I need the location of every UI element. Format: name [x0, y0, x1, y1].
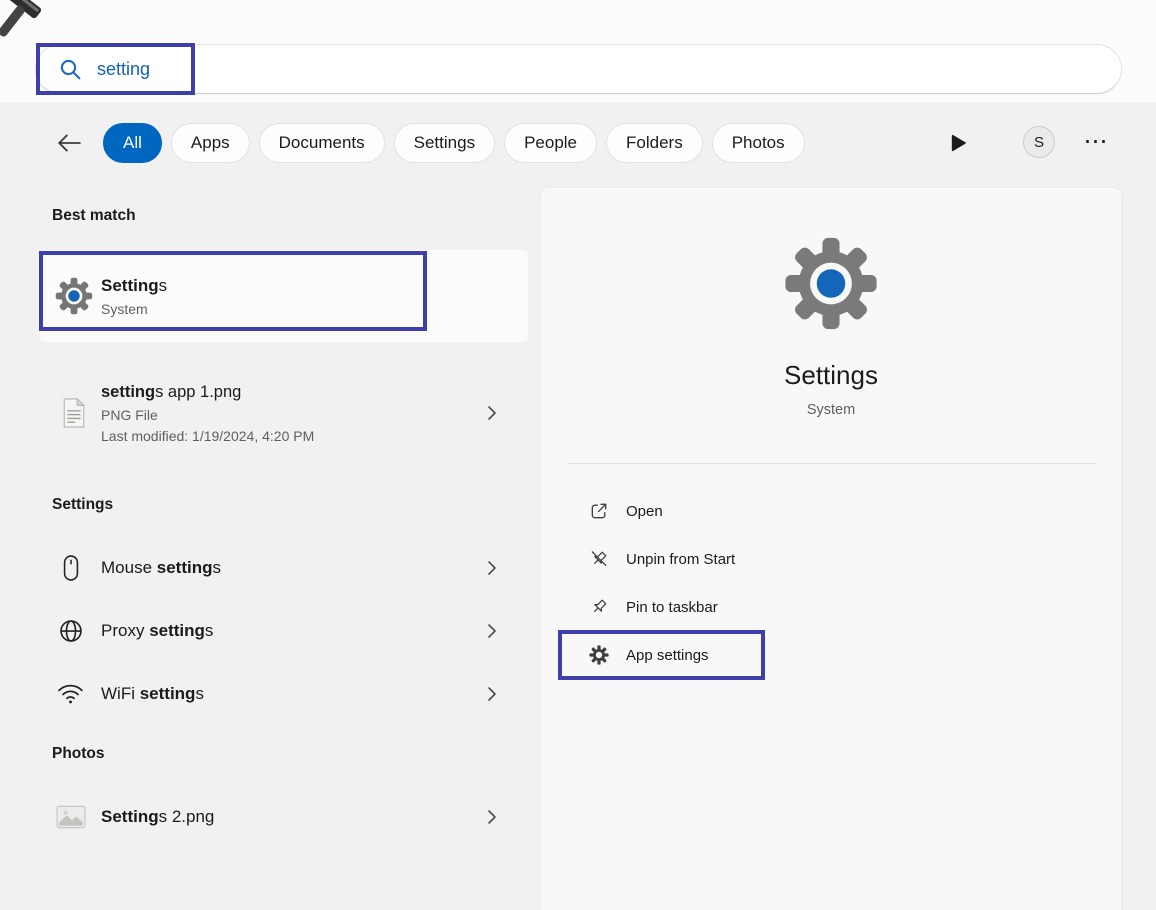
best-match-result[interactable]: Settings System — [40, 250, 528, 342]
search-input[interactable]: setting — [97, 59, 150, 80]
tab-folders[interactable]: Folders — [606, 123, 703, 163]
chevron-right-icon — [487, 560, 497, 577]
action-pin-to-taskbar[interactable]: Pin to taskbar — [541, 583, 1121, 631]
tab-apps[interactable]: Apps — [170, 123, 250, 163]
best-match-subtitle: System — [101, 300, 148, 317]
tab-settings[interactable]: Settings — [393, 123, 496, 163]
avatar[interactable]: S — [1023, 126, 1055, 158]
action-app-settings[interactable]: App settings — [541, 631, 1121, 679]
photos-section-heading: Photos — [52, 745, 105, 762]
app-subtitle: System — [806, 402, 856, 418]
divider — [568, 463, 1096, 464]
action-open[interactable]: Open — [541, 487, 1121, 535]
file-result[interactable]: settings app 1.png PNG File Last modifie… — [40, 368, 528, 458]
result-label: Proxy settings — [101, 621, 214, 640]
settings-gear-icon — [784, 236, 879, 336]
file-result-type: PNG File — [101, 406, 158, 423]
back-button[interactable] — [52, 126, 86, 160]
settings-gear-icon — [54, 277, 93, 315]
result-mouse-settings[interactable]: Mouse settings — [40, 545, 528, 591]
file-result-title: settings app 1.png — [101, 382, 242, 401]
globe-icon — [48, 618, 93, 644]
result-wifi-settings[interactable]: WiFi settings — [40, 671, 528, 717]
more-icon[interactable]: ⋯ — [1078, 126, 1114, 158]
gear-icon — [589, 645, 609, 665]
filter-tabs: All Apps Documents Settings People Folde… — [52, 121, 805, 165]
result-proxy-settings[interactable]: Proxy settings — [40, 608, 528, 654]
context-actions: Open Unpin from Start Pin to taskbar App… — [541, 487, 1121, 679]
file-icon — [54, 397, 93, 429]
windows-search-flyout: setting All Apps Documents Settings Peop… — [0, 0, 1156, 910]
chevron-right-icon — [487, 809, 497, 826]
best-match-heading: Best match — [52, 207, 136, 224]
preview-panel: Settings System Open Unpin from Start Pi… — [540, 187, 1122, 910]
result-label: Mouse settings — [101, 558, 221, 577]
open-icon — [589, 501, 609, 521]
unpin-icon — [589, 549, 609, 569]
play-icon[interactable] — [946, 131, 970, 155]
chevron-right-icon — [487, 623, 497, 640]
action-unpin-from-start[interactable]: Unpin from Start — [541, 535, 1121, 583]
app-title: Settings — [784, 360, 878, 390]
search-icon — [59, 58, 82, 81]
tab-all[interactable]: All — [103, 123, 162, 163]
file-result-modified: Last modified: 1/19/2024, 4:20 PM — [101, 427, 315, 444]
back-arrow-icon — [56, 133, 82, 153]
tab-documents[interactable]: Documents — [258, 123, 385, 163]
settings-section-heading: Settings — [52, 496, 114, 513]
image-icon — [48, 805, 93, 829]
search-bar[interactable]: setting — [35, 44, 1122, 94]
best-match-title: Settings — [101, 275, 168, 295]
tab-photos[interactable]: Photos — [711, 123, 805, 163]
chevron-right-icon — [487, 405, 497, 422]
result-settings-2-png[interactable]: Settings 2.png — [40, 794, 528, 840]
result-label: WiFi settings — [101, 684, 204, 703]
pin-icon — [589, 597, 609, 617]
tab-people[interactable]: People — [504, 123, 598, 163]
result-label: Settings 2.png — [101, 807, 215, 826]
chevron-right-icon — [487, 686, 497, 703]
mouse-icon — [48, 554, 93, 582]
wifi-icon — [48, 683, 93, 705]
